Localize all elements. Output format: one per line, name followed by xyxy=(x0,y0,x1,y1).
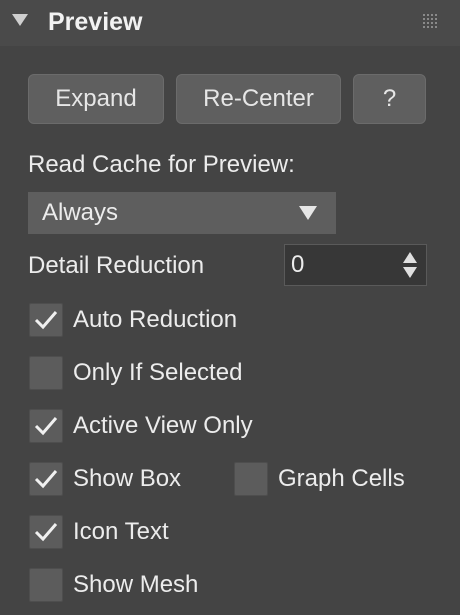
active-view-only-checkbox[interactable] xyxy=(29,409,63,443)
show-mesh-checkbox[interactable] xyxy=(29,568,63,602)
detail-reduction-value[interactable]: 0 xyxy=(291,250,304,280)
help-button[interactable]: ? xyxy=(353,74,426,124)
checkmark-icon xyxy=(34,523,58,542)
expand-button[interactable]: Expand xyxy=(28,74,164,124)
preview-panel: Preview Expand Re-Center ? Read Cache fo… xyxy=(0,0,460,615)
auto-reduction-checkbox[interactable] xyxy=(29,303,63,337)
read-cache-label: Read Cache for Preview: xyxy=(28,151,295,178)
drag-grip-icon[interactable] xyxy=(423,14,439,30)
read-cache-selected-value: Always xyxy=(42,199,119,226)
graph-cells-checkbox[interactable] xyxy=(234,462,268,496)
read-cache-dropdown[interactable]: Always xyxy=(28,192,336,234)
recenter-button[interactable]: Re-Center xyxy=(176,74,341,124)
collapse-arrow-icon[interactable] xyxy=(12,14,28,26)
dropdown-arrow-icon xyxy=(299,206,317,220)
checkmark-icon xyxy=(34,311,58,330)
only-if-selected-checkbox[interactable] xyxy=(29,356,63,390)
checkmark-icon xyxy=(34,417,58,436)
panel-header[interactable]: Preview xyxy=(0,0,460,46)
auto-reduction-label[interactable]: Auto Reduction xyxy=(73,305,237,335)
spin-down-arrow-icon[interactable] xyxy=(403,267,417,278)
icon-text-checkbox[interactable] xyxy=(29,515,63,549)
show-mesh-label[interactable]: Show Mesh xyxy=(73,570,198,600)
spin-up-arrow-icon[interactable] xyxy=(403,252,417,263)
icon-text-label[interactable]: Icon Text xyxy=(73,517,169,547)
detail-reduction-spinner[interactable]: 0 xyxy=(284,244,427,286)
panel-title: Preview xyxy=(48,8,143,36)
graph-cells-label[interactable]: Graph Cells xyxy=(278,464,405,494)
checkmark-icon xyxy=(34,470,58,489)
detail-reduction-label: Detail Reduction xyxy=(28,252,205,279)
show-box-label[interactable]: Show Box xyxy=(73,464,181,494)
only-if-selected-label[interactable]: Only If Selected xyxy=(73,358,242,388)
show-box-checkbox[interactable] xyxy=(29,462,63,496)
active-view-only-label[interactable]: Active View Only xyxy=(73,411,253,441)
